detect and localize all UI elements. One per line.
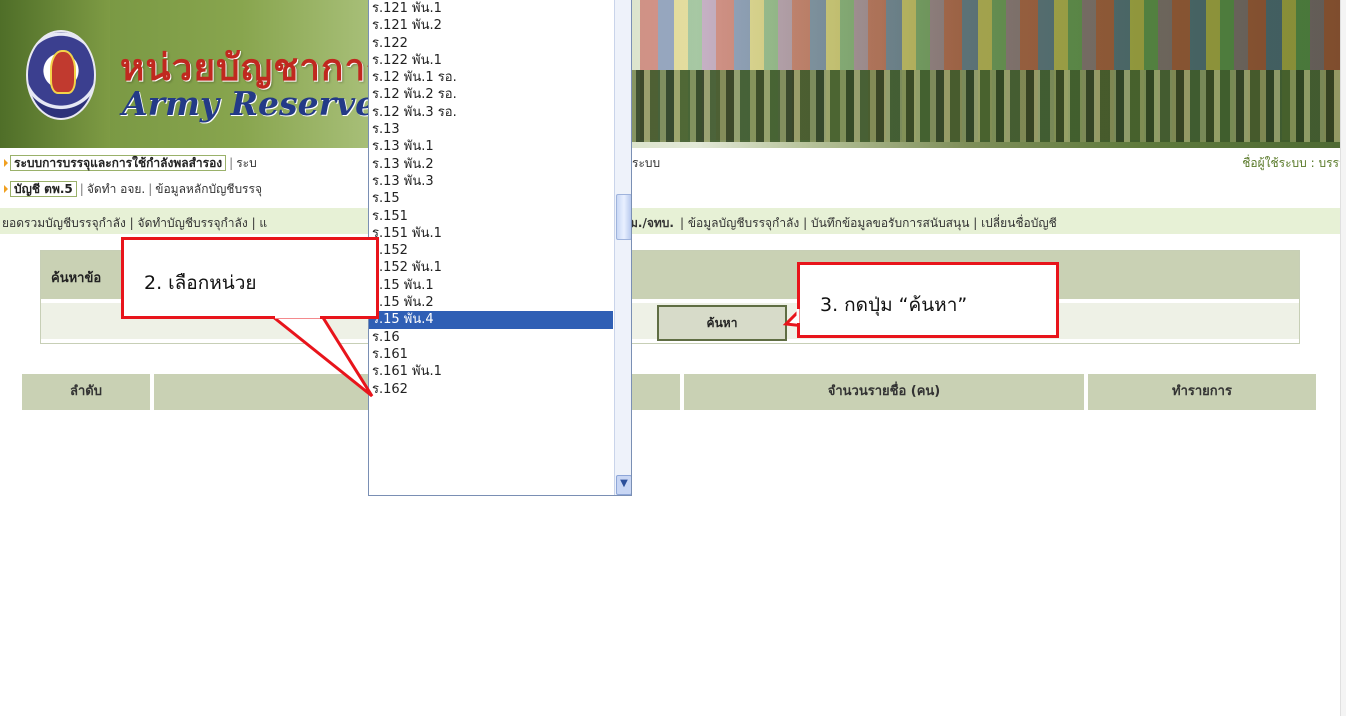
callout-pointer-joins xyxy=(275,309,800,323)
window-right-edge xyxy=(1340,0,1346,716)
